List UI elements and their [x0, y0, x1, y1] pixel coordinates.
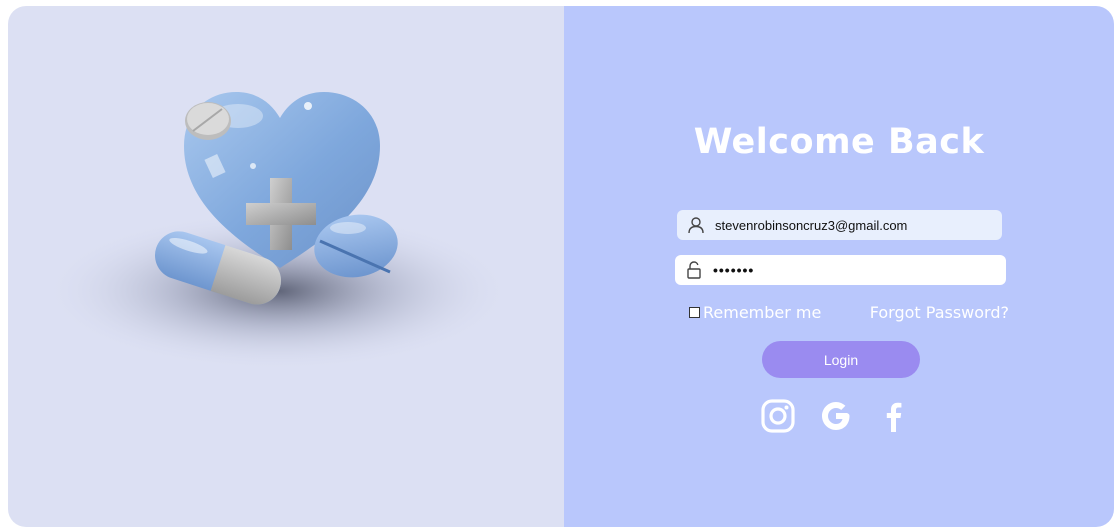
lock-icon: [683, 259, 705, 281]
social-login-row: [760, 398, 912, 434]
password-input[interactable]: [713, 262, 993, 278]
password-field[interactable]: [675, 255, 1006, 285]
forgot-password-link[interactable]: Forgot Password?: [870, 303, 1009, 322]
instagram-icon[interactable]: [760, 398, 796, 434]
google-icon[interactable]: [818, 398, 854, 434]
login-panel: Welcome Back Remember me Forgot: [564, 6, 1114, 527]
login-card: Welcome Back Remember me Forgot: [8, 6, 1114, 527]
login-button[interactable]: Login: [762, 341, 920, 378]
illustration-panel: [8, 6, 564, 527]
page-title: Welcome Back: [693, 122, 985, 162]
options-row: Remember me Forgot Password?: [689, 303, 1009, 322]
user-icon: [685, 214, 707, 236]
email-input[interactable]: [715, 217, 995, 233]
facebook-icon[interactable]: [876, 398, 912, 434]
email-field[interactable]: [677, 210, 1002, 240]
remember-checkbox[interactable]: [689, 307, 700, 318]
remember-label[interactable]: Remember me: [703, 303, 821, 322]
heart-pills-illustration: [43, 92, 513, 371]
